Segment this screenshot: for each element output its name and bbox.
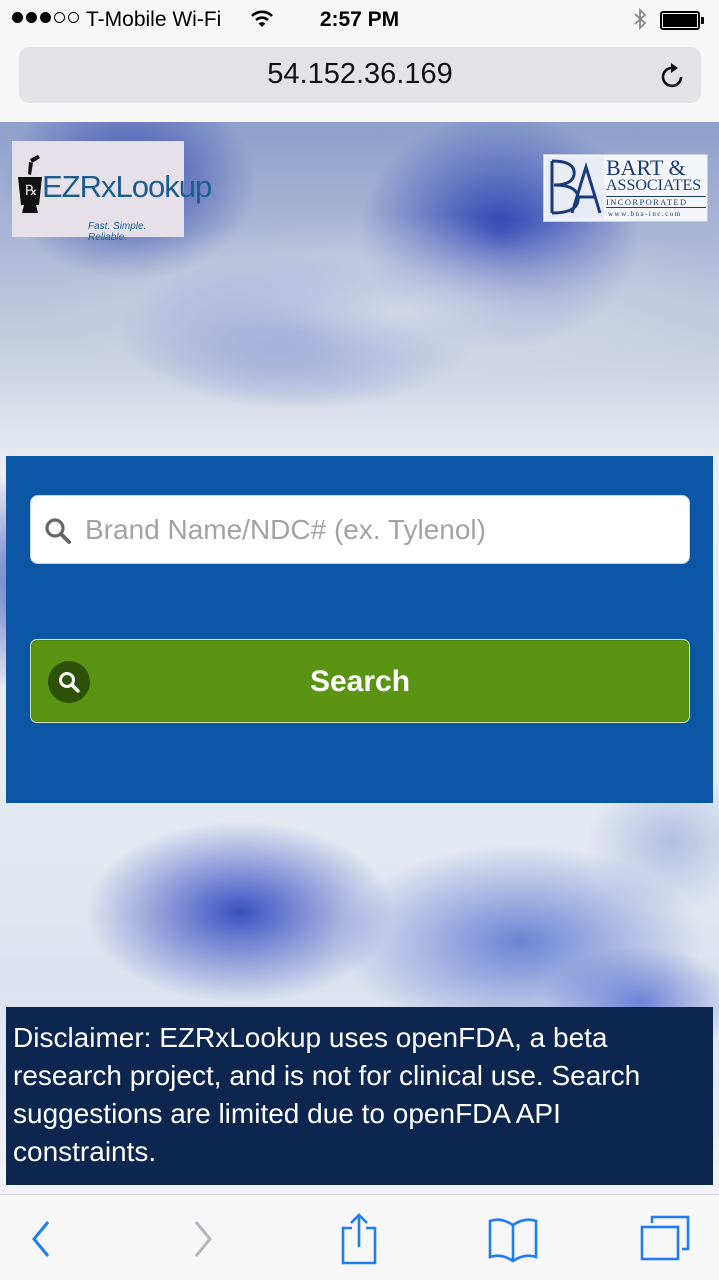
bart-associates-logo: BART & ASSOCIATES INCORPORATED www.bna-i… [543, 154, 708, 222]
ezrxlookup-wordmark: EZRxLookup [42, 169, 212, 204]
search-field[interactable] [30, 495, 690, 564]
bart-line2: ASSOCIATES [606, 177, 702, 194]
mortar-pestle-icon: ℞ [16, 155, 44, 222]
url-text: 54.152.36.169 [267, 58, 453, 90]
status-bar: T-Mobile Wi-Fi 2:57 PM [0, 0, 719, 40]
search-icon [43, 516, 73, 551]
disclaimer-text: Disclaimer: EZRxLookup uses openFDA, a b… [6, 1007, 713, 1185]
tabs-icon[interactable] [638, 1195, 692, 1280]
forward-icon[interactable] [188, 1195, 218, 1280]
bluetooth-icon [632, 7, 648, 37]
status-time: 2:57 PM [319, 8, 400, 31]
search-input[interactable] [85, 502, 679, 558]
bart-line1: BART & [606, 155, 686, 180]
ezrxlookup-tagline: Fast. Simple. Reliable. [88, 221, 147, 243]
share-icon[interactable] [338, 1195, 380, 1280]
ezrxlookup-logo: ℞ EZRxLookup Fast. Simple. Reliable. [12, 141, 212, 243]
bart-line4: www.bna-inc.com [608, 210, 682, 218]
svg-text:℞: ℞ [25, 184, 38, 199]
battery-icon [660, 11, 704, 30]
back-icon[interactable] [26, 1195, 56, 1280]
browser-toolbar [0, 1194, 719, 1280]
bookmarks-icon[interactable] [487, 1195, 539, 1280]
web-content: ℞ EZRxLookup Fast. Simple. Reliable. BAR… [0, 122, 719, 1194]
search-button[interactable]: Search [30, 639, 690, 723]
ba-monogram-icon [546, 157, 604, 224]
address-bar[interactable]: 54.152.36.169 [19, 47, 701, 103]
search-button-label: Search [309, 665, 411, 698]
search-panel: Search [6, 456, 713, 803]
bart-line3: INCORPORATED [606, 196, 706, 208]
reload-icon[interactable] [659, 60, 687, 95]
